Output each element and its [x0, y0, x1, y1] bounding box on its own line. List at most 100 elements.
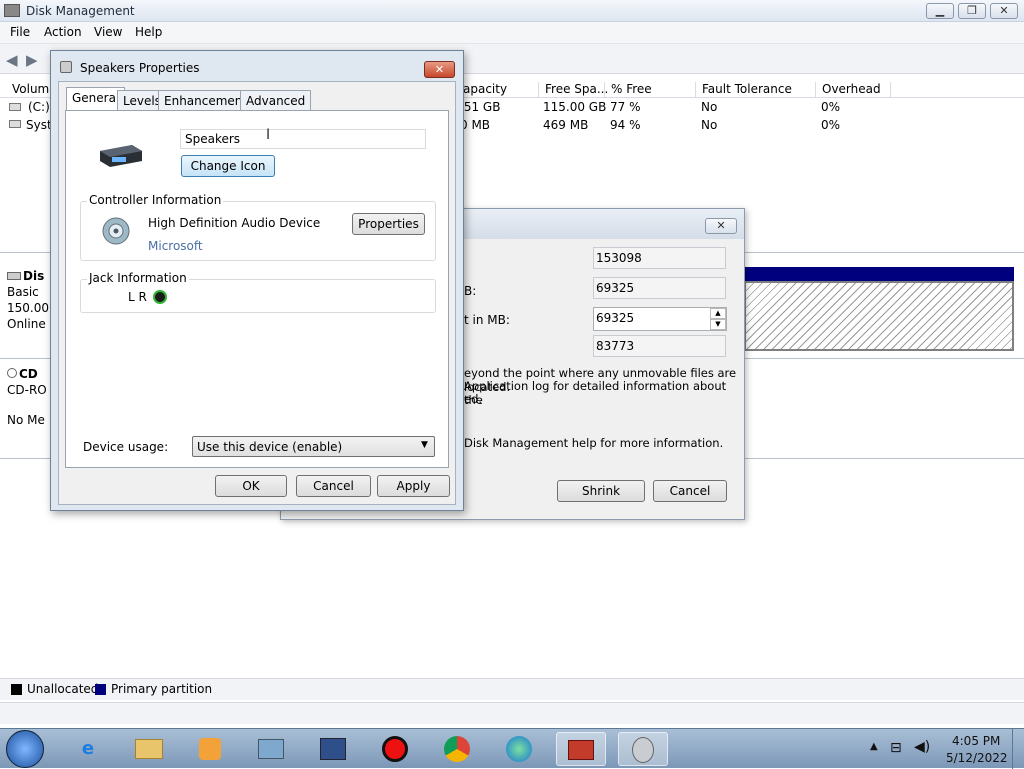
legend-unallocated: Unallocated	[27, 682, 99, 696]
spin-up-icon[interactable]: ▲	[710, 308, 726, 319]
cell-fault: No	[701, 100, 718, 114]
start-button[interactable]	[6, 730, 44, 768]
maximize-button[interactable]: ❐	[958, 3, 986, 19]
spin-down-icon[interactable]: ▼	[710, 319, 726, 330]
cell-volume: (C:)	[28, 100, 50, 114]
col-fault-tolerance[interactable]: Fault Tolerance	[695, 82, 792, 98]
menu-file[interactable]: File	[10, 25, 30, 39]
network-icon[interactable]	[246, 732, 296, 766]
col-free-space[interactable]: Free Spa...	[538, 82, 608, 98]
device-usage-select[interactable]: Use this device (enable) ▼	[192, 436, 435, 457]
forward-arrow-icon[interactable]: ▶	[26, 51, 38, 69]
shrink-button[interactable]: Shrink	[557, 480, 645, 502]
controller-vendor[interactable]: Microsoft	[148, 239, 203, 253]
legend-primary: Primary partition	[111, 682, 213, 696]
unallocated-bar	[744, 267, 1014, 281]
controller-group-label: Controller Information	[87, 193, 224, 207]
tab-advanced[interactable]: Advanced	[240, 90, 312, 110]
disk-0-type: Basic	[7, 285, 39, 299]
text-cursor-icon: I	[266, 127, 271, 143]
info-line-3: ed.	[464, 392, 483, 406]
speakers-close-button[interactable]: ✕	[424, 61, 455, 78]
shrink-amount-input[interactable]: 69325	[596, 311, 634, 325]
cancel-button[interactable]: Cancel	[296, 475, 371, 497]
shrink-cancel-button[interactable]: Cancel	[653, 480, 727, 502]
cell-capacity: 0 MB	[460, 118, 491, 132]
network-tray-icon[interactable]: ⊟	[890, 740, 902, 756]
taskbar: e ▲ ⊟ ◀) 4:05 PM 5/12/2022	[0, 728, 1024, 769]
total-size-field: 153098	[593, 247, 726, 269]
general-tab-pane: Speakers I Change Icon Controller Inform…	[65, 110, 449, 468]
selected-partition-block[interactable]	[744, 281, 1014, 351]
cdrom-type: CD-RO	[7, 383, 47, 397]
cell-free: 469 MB	[543, 118, 589, 132]
jack-group-label: Jack Information	[87, 271, 189, 285]
media-player-icon[interactable]	[185, 732, 235, 766]
disk-0-name-text: Dis	[23, 269, 45, 283]
shrink-close-button[interactable]: ✕	[705, 218, 737, 234]
info-line-2: Application log for detailed information…	[464, 379, 727, 407]
jack-lr-label: L R	[128, 290, 147, 304]
apply-button[interactable]: Apply	[377, 475, 450, 497]
device-name-value: Speakers	[185, 132, 241, 146]
audio-controller-icon	[100, 215, 132, 247]
device-name-input[interactable]: Speakers	[180, 129, 426, 149]
toolbox-icon[interactable]	[556, 732, 606, 766]
internet-explorer-icon[interactable]: e	[63, 732, 113, 766]
back-arrow-icon[interactable]: ◀	[6, 51, 18, 69]
col-overhead[interactable]: Overhead	[815, 82, 891, 98]
help-line: Disk Management help for more informatio…	[464, 436, 724, 450]
cdrom-state: No Me	[7, 413, 45, 427]
disk-0-state: Online	[7, 317, 46, 331]
col-percent-free[interactable]: % Free	[604, 82, 652, 98]
edge-icon[interactable]	[494, 732, 544, 766]
cell-capacity: .51 GB	[460, 100, 501, 114]
unallocated-swatch	[11, 684, 22, 695]
shrink-amount-stepper[interactable]: 69325 ▲ ▼	[593, 307, 727, 331]
menu-action[interactable]: Action	[44, 25, 82, 39]
close-button[interactable]: ✕	[990, 3, 1018, 19]
speaker-app-icon[interactable]	[618, 732, 668, 766]
controller-name: High Definition Audio Device	[148, 216, 321, 230]
cdrom-name-text: CD	[19, 367, 38, 381]
drive-icon	[9, 120, 21, 128]
cell-overhead: 0%	[821, 118, 841, 132]
cdrom-icon	[7, 368, 17, 378]
green-jack-icon	[153, 290, 167, 304]
device-usage-value: Use this device (enable)	[197, 440, 343, 454]
available-label: B:	[464, 284, 477, 298]
disk-0-name: Dis	[7, 269, 44, 283]
record-icon[interactable]	[370, 732, 420, 766]
menu-help[interactable]: Help	[135, 25, 162, 39]
admin-tools-icon[interactable]	[308, 732, 358, 766]
show-desktop-button[interactable]	[1012, 729, 1024, 769]
drive-icon	[9, 103, 21, 111]
cell-pct: 77 %	[610, 100, 641, 114]
cell-pct: 94 %	[610, 118, 641, 132]
disk-0-size: 150.00	[7, 301, 49, 315]
clock-time[interactable]: 4:05 PM	[952, 734, 1000, 748]
speaker-title-icon	[60, 61, 72, 73]
main-titlebar: Disk Management ▁ ❐ ✕	[0, 0, 1024, 22]
controller-properties-button[interactable]: Properties	[352, 213, 425, 235]
volume-tray-icon[interactable]: ◀)	[914, 739, 930, 755]
cell-overhead: 0%	[821, 100, 841, 114]
show-hidden-icons[interactable]: ▲	[870, 741, 878, 752]
cdrom-name: CD	[7, 367, 38, 381]
file-explorer-icon[interactable]	[124, 732, 174, 766]
disk-icon	[7, 272, 21, 280]
change-icon-button[interactable]: Change Icon	[181, 155, 275, 177]
window-title: Disk Management	[26, 4, 135, 18]
speakers-dialog-body: General Levels Enhancements Advanced Spe…	[58, 81, 456, 505]
chevron-down-icon: ▼	[421, 440, 428, 450]
minimize-button[interactable]: ▁	[926, 3, 954, 19]
ok-button[interactable]: OK	[215, 475, 287, 497]
chrome-icon[interactable]	[432, 732, 482, 766]
primary-swatch	[95, 684, 106, 695]
status-bar	[0, 702, 1024, 724]
device-usage-label: Device usage:	[83, 440, 169, 454]
clock-date[interactable]: 5/12/2022	[946, 751, 1008, 765]
menu-view[interactable]: View	[94, 25, 122, 39]
cell-free: 115.00 GB	[543, 100, 607, 114]
disk-management-icon	[4, 4, 20, 17]
